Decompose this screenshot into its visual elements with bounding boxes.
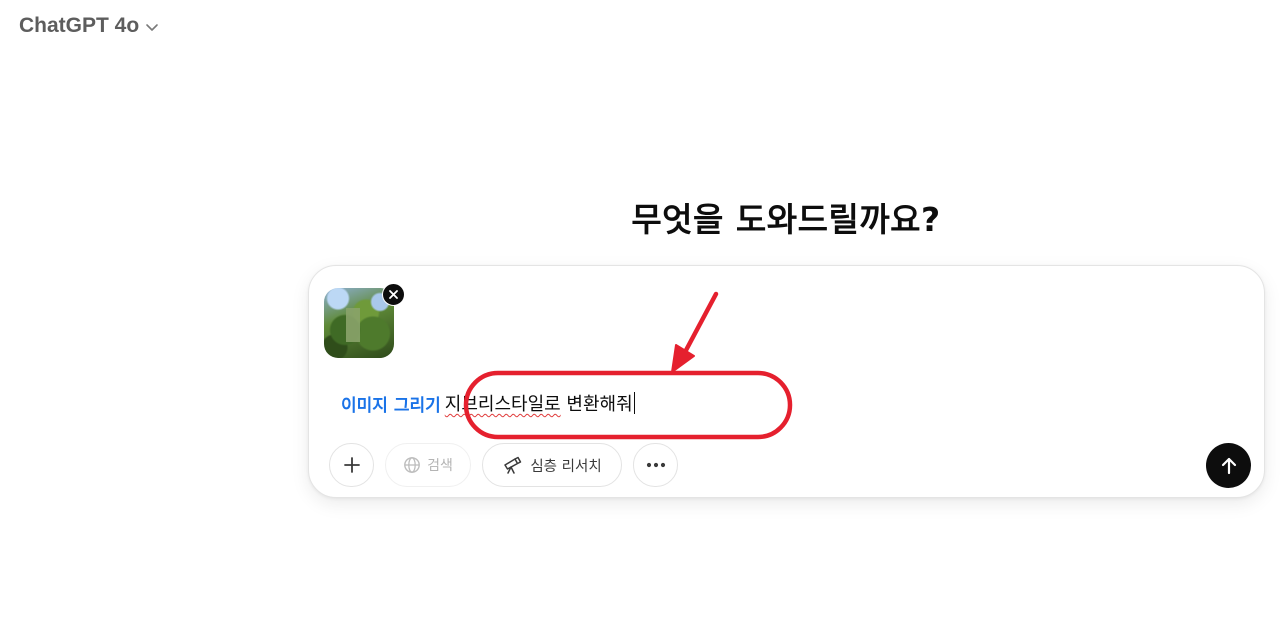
prompt-text-misspelled: 지브리스타일로 [444, 394, 561, 415]
tool-tag[interactable]: 이미지 그리기 [341, 391, 441, 416]
model-selector[interactable]: ChatGPT 4o [19, 14, 159, 38]
search-label: 검색 [427, 458, 453, 474]
chevron-down-icon [146, 24, 158, 31]
globe-icon [404, 457, 421, 473]
search-button[interactable]: 검색 [385, 443, 471, 487]
close-icon [389, 290, 398, 299]
remove-attachment-button[interactable] [382, 283, 405, 306]
send-button[interactable] [1206, 443, 1251, 488]
composer: 이미지 그리기 지브리스타일로 변환해줘 검색 심층 리서치 [308, 265, 1265, 498]
deep-research-label: 심층 리서치 [530, 458, 602, 475]
deep-research-button[interactable]: 심층 리서치 [482, 443, 622, 487]
plus-icon [343, 457, 360, 473]
model-name: ChatGPT 4o [19, 14, 140, 37]
ellipsis-icon [646, 462, 665, 468]
text-caret [633, 392, 636, 414]
prompt-text: 변환해줘 [560, 394, 633, 415]
attachment[interactable] [324, 283, 405, 360]
chatgpt-home: ChatGPT 4o 무엇을 도와드릴까요? 이미지 그리기 지브리스타일로 변… [0, 0, 1287, 628]
blurred-region [346, 308, 360, 342]
telescope-icon [504, 456, 522, 474]
arrow-up-icon [1221, 457, 1236, 474]
prompt-input[interactable]: 이미지 그리기 지브리스타일로 변환해줘 [341, 390, 636, 416]
more-options-button[interactable] [633, 443, 678, 487]
add-button[interactable] [329, 443, 374, 487]
greeting-heading: 무엇을 도와드릴까요? [631, 200, 941, 239]
